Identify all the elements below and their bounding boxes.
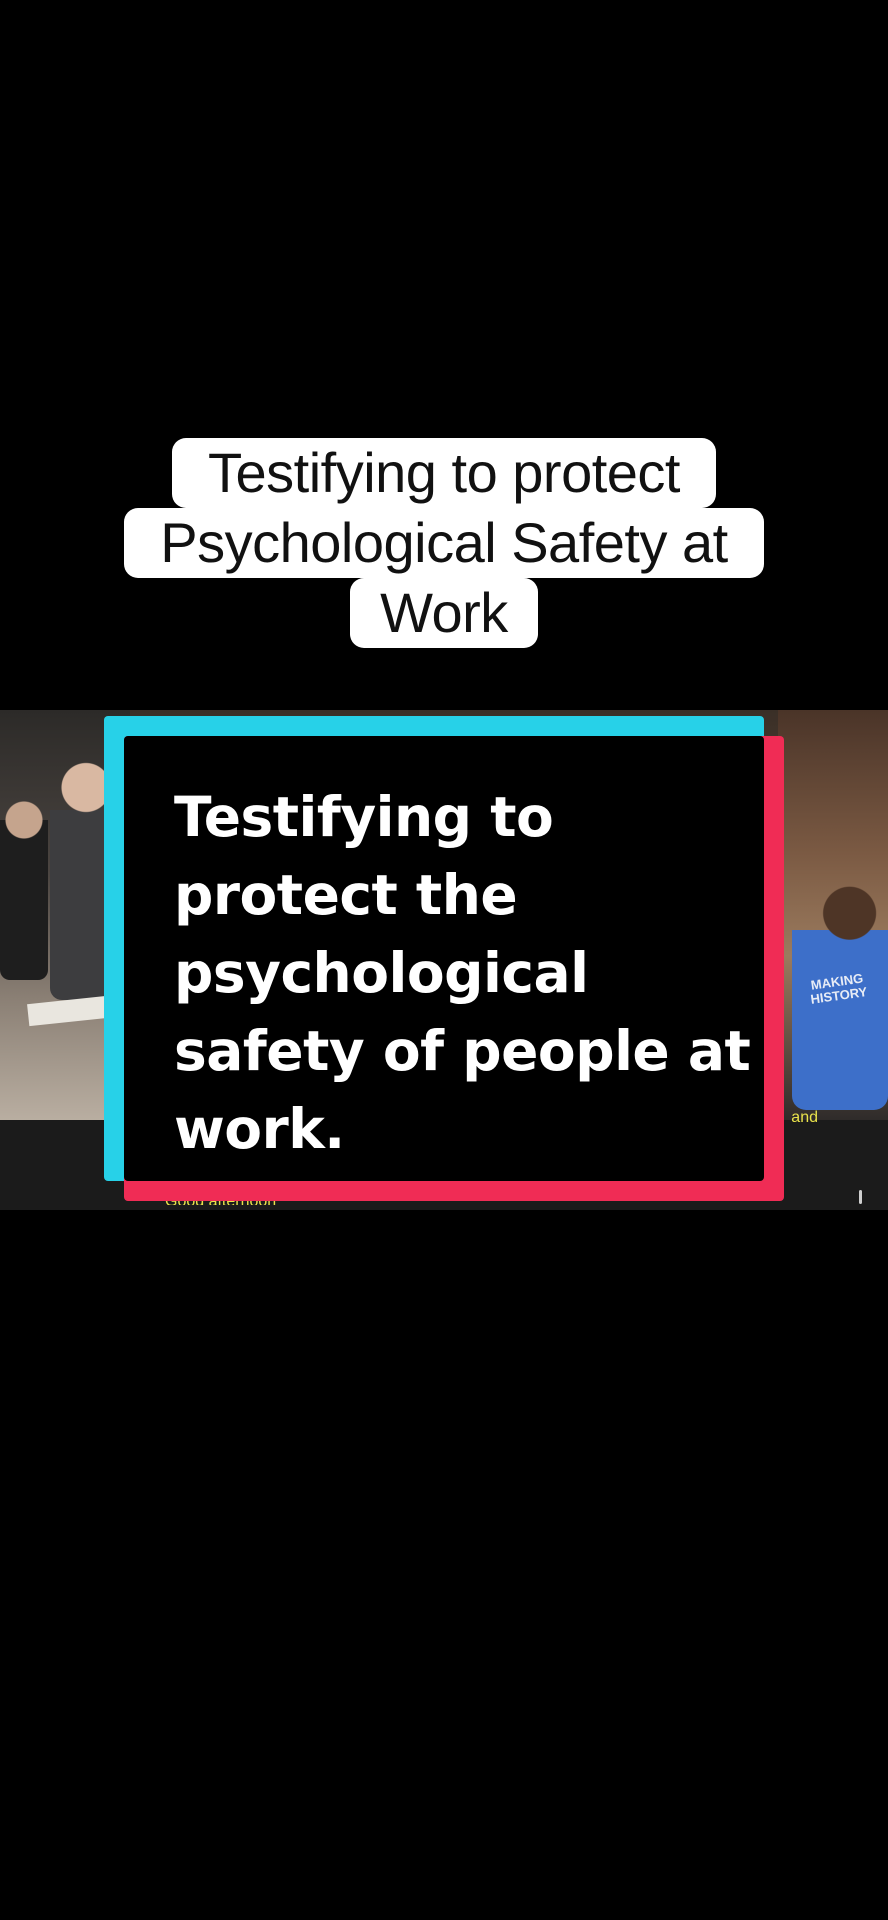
caption-line-2: Psychological Safety at: [124, 508, 764, 578]
caption-line-1: Testifying to protect: [172, 438, 716, 508]
caption-overlay: Testifying to protect Psychological Safe…: [0, 438, 888, 648]
audience-right: MAKING HISTORY: [778, 710, 888, 1120]
card-text-line-1: Testifying to: [174, 785, 554, 849]
card-text-line-2: protect the: [174, 863, 518, 927]
card-text-line-5: work.: [174, 1097, 345, 1161]
card-text-line-4: safety of people at: [174, 1019, 751, 1083]
title-card: Testifying to protect the psychological …: [104, 716, 784, 1201]
video-scrub-indicator[interactable]: [859, 1190, 862, 1204]
card-text: Testifying to protect the psychological …: [174, 778, 774, 1168]
paper-document: [27, 995, 109, 1027]
video-subtitle-right: and: [791, 1109, 818, 1126]
card-text-line-3: psychological: [174, 941, 589, 1005]
audience-person-masked: [0, 780, 48, 980]
caption-line-3: Work: [350, 578, 538, 648]
audience-person-older-man: [50, 750, 110, 1000]
card-black-layer: Testifying to protect the psychological …: [124, 736, 764, 1181]
